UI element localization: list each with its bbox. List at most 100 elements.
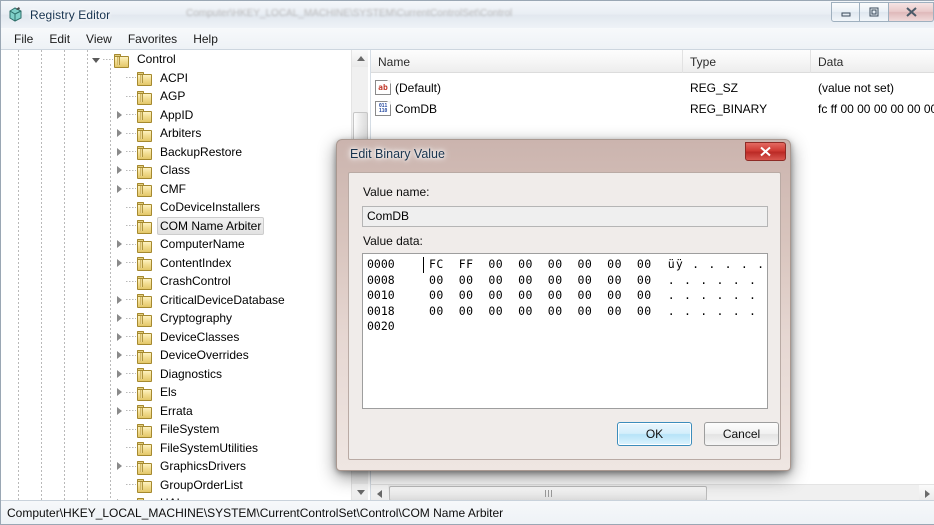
menu-edit[interactable]: Edit <box>41 30 78 48</box>
tree-expander-collapsed-icon[interactable] <box>112 383 126 401</box>
tree-connector-line <box>126 243 136 245</box>
tree-item-arbiters[interactable]: Arbiters <box>1 124 352 143</box>
tree-scroll-down-button[interactable] <box>352 484 368 501</box>
tree-scrollport: Control ACPI AGP AppID Arbiters BackupRestore… <box>1 50 352 501</box>
tree-item-label: Cryptography <box>160 311 233 326</box>
folder-icon <box>137 256 152 272</box>
tree-item-cryptography[interactable]: Cryptography <box>1 309 352 328</box>
tree-connector-line <box>126 77 136 79</box>
dialog-close-button[interactable] <box>745 142 786 161</box>
tree-expander-collapsed-icon[interactable] <box>112 161 126 179</box>
tree-item-label: COM Name Arbiter <box>157 216 265 235</box>
tree-item-agp[interactable]: AGP <box>1 87 352 106</box>
hex-offset: 0008 <box>367 272 395 287</box>
tree-item-backuprestore[interactable]: BackupRestore <box>1 143 352 162</box>
column-header-type[interactable]: Type <box>683 50 811 73</box>
tree-item-diagnostics[interactable]: Diagnostics <box>1 365 352 384</box>
tree-expander-collapsed-icon[interactable] <box>112 457 126 475</box>
tree-item-class[interactable]: Class <box>1 161 352 180</box>
ok-button[interactable]: OK <box>617 422 692 446</box>
tree-item-label: FileSystem <box>160 422 220 437</box>
tree-item-label: CriticalDeviceDatabase <box>160 292 285 307</box>
column-header-name[interactable]: Name <box>371 50 683 73</box>
tree-item-computername[interactable]: ComputerName <box>1 235 352 254</box>
chevron-down-icon <box>92 57 100 63</box>
tree-expander-collapsed-icon[interactable] <box>112 309 126 327</box>
tree-item-label: Class <box>160 163 191 178</box>
tree-item-label: CoDeviceInstallers <box>160 200 261 215</box>
tree-connector-line <box>126 114 136 116</box>
menu-help[interactable]: Help <box>185 30 226 48</box>
tree-item-deviceoverrides[interactable]: DeviceOverrides <box>1 346 352 365</box>
tree-item-graphicsdrivers[interactable]: GraphicsDrivers <box>1 457 352 476</box>
tree-expander-collapsed-icon[interactable] <box>112 291 126 309</box>
tree-expander-collapsed-icon[interactable] <box>112 346 126 364</box>
tree-item-deviceclasses[interactable]: DeviceClasses <box>1 328 352 347</box>
tree-item-codeviceinstallers[interactable]: CoDeviceInstallers <box>1 198 352 217</box>
tree-expander-collapsed-icon[interactable] <box>112 328 126 346</box>
hex-line: 0010 00 00 00 00 00 00 00 00 . . . . . . .… <box>367 288 767 304</box>
tree-item-filesystemutilities[interactable]: FileSystemUtilities <box>1 439 352 458</box>
tree-expander-collapsed-icon[interactable] <box>112 180 126 198</box>
tree-expander-expanded-icon[interactable] <box>89 50 103 68</box>
chevron-right-icon <box>116 240 122 249</box>
table-row[interactable]: ab (Default) REG_SZ (value not set) <box>371 77 934 98</box>
tree-item-grouporderlist[interactable]: GroupOrderList <box>1 476 352 495</box>
tree-connector-line <box>126 280 136 282</box>
scroll-thumb-grip-icon <box>544 490 552 497</box>
value-name-input[interactable]: ComDB <box>362 206 768 227</box>
maximize-button[interactable] <box>860 2 889 22</box>
tree-expander-collapsed-icon[interactable] <box>112 124 126 142</box>
tree-connector-line <box>126 132 136 134</box>
tree-scroll-up-button[interactable] <box>352 50 368 67</box>
tree-connector-line <box>126 447 136 449</box>
tree-item-appid[interactable]: AppID <box>1 106 352 125</box>
tree-item-crashcontrol[interactable]: CrashControl <box>1 272 352 291</box>
tree-item-els[interactable]: Els <box>1 383 352 402</box>
values-scroll-thumb[interactable] <box>389 486 707 501</box>
tree-expander-placeholder <box>112 87 126 105</box>
binary-value-icon: 011 110 <box>375 101 391 116</box>
hex-editor[interactable]: 0000 FC FF 00 00 00 00 00 00 üÿ . . . . . … <box>362 253 768 409</box>
cancel-button[interactable]: Cancel <box>704 422 779 446</box>
tree-item-label: GroupOrderList <box>160 477 243 492</box>
tree-item-contentindex[interactable]: ContentIndex <box>1 254 352 273</box>
column-header-data[interactable]: Data <box>811 50 934 73</box>
tree-item-com-name-arbiter[interactable]: COM Name Arbiter <box>1 216 352 236</box>
tree-expander-collapsed-icon[interactable] <box>112 402 126 420</box>
values-horizontal-scrollbar[interactable] <box>371 484 934 502</box>
tree-item-label: AppID <box>160 107 194 122</box>
tree-expander-placeholder <box>112 272 126 290</box>
tree-item-label: GraphicsDrivers <box>160 459 247 474</box>
tree-expander-collapsed-icon[interactable] <box>112 235 126 253</box>
minimize-button[interactable] <box>831 2 860 22</box>
menu-view[interactable]: View <box>78 30 120 48</box>
hex-caret-spacer <box>423 273 424 289</box>
cell-name: ab (Default) <box>371 77 683 98</box>
tree-expander-collapsed-icon[interactable] <box>112 143 126 161</box>
chevron-right-icon <box>116 110 122 119</box>
table-row[interactable]: 011 110 ComDB REG_BINARY fc ff 00 00 00 00 0… <box>371 98 934 119</box>
hex-editor-content[interactable]: 0000 FC FF 00 00 00 00 00 00 üÿ . . . . . … <box>363 254 767 408</box>
tree-item-acpi[interactable]: ACPI <box>1 69 352 88</box>
hex-line: 0018 00 00 00 00 00 00 00 00 . . . . . . .… <box>367 304 767 320</box>
hex-caret-spacer <box>423 319 424 335</box>
menu-favorites[interactable]: Favorites <box>120 30 185 48</box>
tree-connector-line <box>103 58 113 60</box>
tree-expander-collapsed-icon[interactable] <box>112 106 126 124</box>
dialog-title: Edit Binary Value <box>350 147 445 161</box>
tree-item-criticaldevicedatabase[interactable]: CriticalDeviceDatabase <box>1 291 352 310</box>
folder-icon <box>137 404 152 420</box>
folder-icon <box>137 312 152 327</box>
tree-connector-line <box>126 299 136 301</box>
tree-item-control[interactable]: Control <box>1 50 352 69</box>
tree-item-filesystem[interactable]: FileSystem <box>1 420 352 439</box>
close-button[interactable] <box>889 2 934 22</box>
tree-expander-collapsed-icon[interactable] <box>112 365 126 383</box>
menu-file[interactable]: File <box>6 30 41 48</box>
tree-item-errata[interactable]: Errata <box>1 402 352 421</box>
tree-item-cmf[interactable]: CMF <box>1 180 352 199</box>
tree-expander-collapsed-icon[interactable] <box>112 254 126 272</box>
folder-icon <box>137 145 152 161</box>
titlebar-ghost-path: Computer\HKEY_LOCAL_MACHINE\SYSTEM\Curre… <box>186 8 513 19</box>
